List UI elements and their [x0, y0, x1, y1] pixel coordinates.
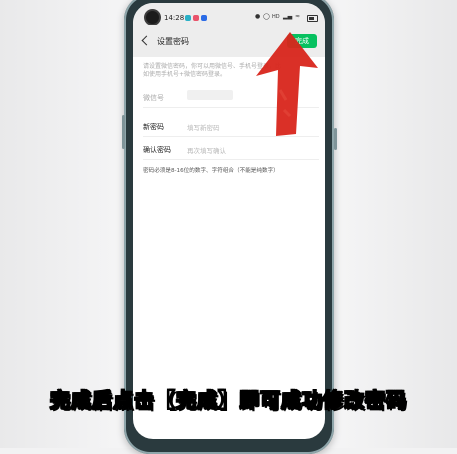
video-caption: 完成后点击【完成】即可成功修改密码 [49, 387, 407, 413]
wechat-id-value-blurred [187, 90, 233, 100]
lock-icon: ● [255, 13, 261, 20]
confirm-password-label: 确认密码 [143, 146, 171, 154]
status-time: 14:28 [164, 14, 185, 22]
password-rule-hint: 密码必须是8-16位的数字、字符组合（不能是纯数字） [143, 168, 279, 174]
battery-icon [307, 15, 318, 22]
app-notification-icon [201, 15, 207, 21]
wifi-icon: ≈ [295, 13, 301, 20]
power-button [334, 128, 337, 150]
volume-button [122, 115, 125, 149]
hd-icon: HD [272, 14, 280, 20]
alarm-icon: ◯ [263, 13, 270, 20]
new-password-input[interactable]: 填写新密码 [187, 122, 220, 132]
red-arrow-annotation [256, 32, 318, 136]
confirm-password-row[interactable]: 确认密码 再次填写确认 [143, 141, 319, 160]
page-title: 设置密码 [157, 37, 189, 46]
front-camera [146, 11, 159, 24]
signal-icon: ▂▄ [283, 13, 293, 20]
confirm-password-input[interactable]: 再次填写确认 [187, 145, 226, 155]
app-notification-icon [185, 15, 191, 21]
new-password-label: 新密码 [143, 123, 164, 131]
wechat-id-label: 微信号 [143, 94, 164, 102]
app-notification-icon [193, 15, 199, 21]
